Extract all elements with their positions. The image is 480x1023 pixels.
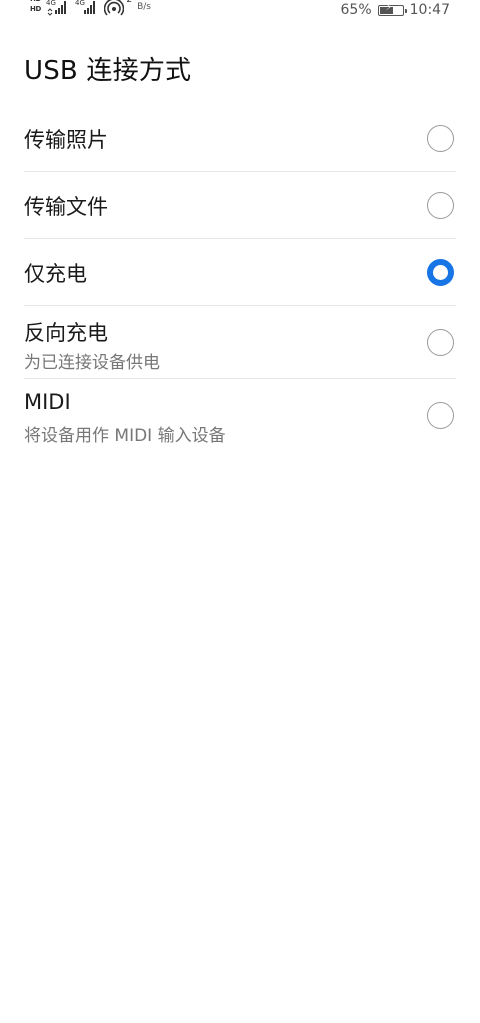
option-midi[interactable]: MIDI 将设备用作 MIDI 输入设备 xyxy=(24,379,456,452)
net1-type: 4G xyxy=(46,0,56,7)
signal-icon-sim2: 4G xyxy=(75,0,99,16)
status-bar: HD HD 4G 4G xyxy=(0,0,480,22)
hd-indicators: HD HD xyxy=(30,0,41,13)
option-transfer-files[interactable]: 传输文件 xyxy=(24,172,456,239)
radio-button[interactable] xyxy=(427,125,454,152)
radio-button[interactable] xyxy=(427,329,454,356)
status-bar-right: 65% ⚡ 10:47 xyxy=(341,0,450,20)
option-sublabel: 为已连接设备供电 xyxy=(24,353,160,373)
clock: 10:47 xyxy=(409,2,450,18)
page-title: USB 连接方式 xyxy=(24,56,192,86)
radio-button[interactable] xyxy=(427,259,454,286)
status-bar-left: HD HD 4G 4G xyxy=(30,0,151,22)
signal-icon-sim1: 4G xyxy=(46,0,70,16)
option-label: 传输文件 xyxy=(24,195,108,219)
radio-button[interactable] xyxy=(427,402,454,429)
hd-badge-sim2: HD xyxy=(30,5,42,13)
hotspot-count: 2 xyxy=(126,0,133,5)
option-label: 反向充电 xyxy=(24,321,108,345)
option-charge-only[interactable]: 仅充电 xyxy=(24,239,456,306)
network-speed: 77 B/s xyxy=(137,0,151,12)
speed-unit: B/s xyxy=(137,2,151,12)
option-label: MIDI xyxy=(24,390,71,414)
option-transfer-photos[interactable]: 传输照片 xyxy=(24,105,456,172)
battery-icon: ⚡ xyxy=(377,2,407,16)
radio-button[interactable] xyxy=(427,192,454,219)
hotspot-icon: 2 xyxy=(103,0,132,16)
option-sublabel: 将设备用作 MIDI 输入设备 xyxy=(24,426,226,446)
option-label: 仅充电 xyxy=(24,262,87,286)
battery-percent: 65% xyxy=(340,2,372,18)
charging-icon: ⚡ xyxy=(385,2,392,13)
net2-type: 4G xyxy=(75,0,85,7)
usb-mode-list: 传输照片 传输文件 仅充电 反向充电 为已连接设备供电 MIDI 将设备用作 M… xyxy=(24,105,456,452)
option-label: 传输照片 xyxy=(24,128,108,152)
hd-badge-sim1: HD xyxy=(30,0,41,3)
option-reverse-charge[interactable]: 反向充电 为已连接设备供电 xyxy=(24,306,456,379)
